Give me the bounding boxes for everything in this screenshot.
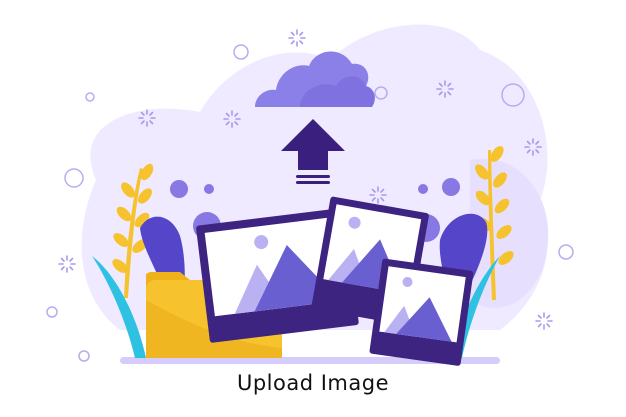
upload-image-caption: Upload Image: [236, 371, 390, 395]
photo-icon: [369, 258, 474, 366]
upload-image-illustration: [46, 24, 574, 366]
